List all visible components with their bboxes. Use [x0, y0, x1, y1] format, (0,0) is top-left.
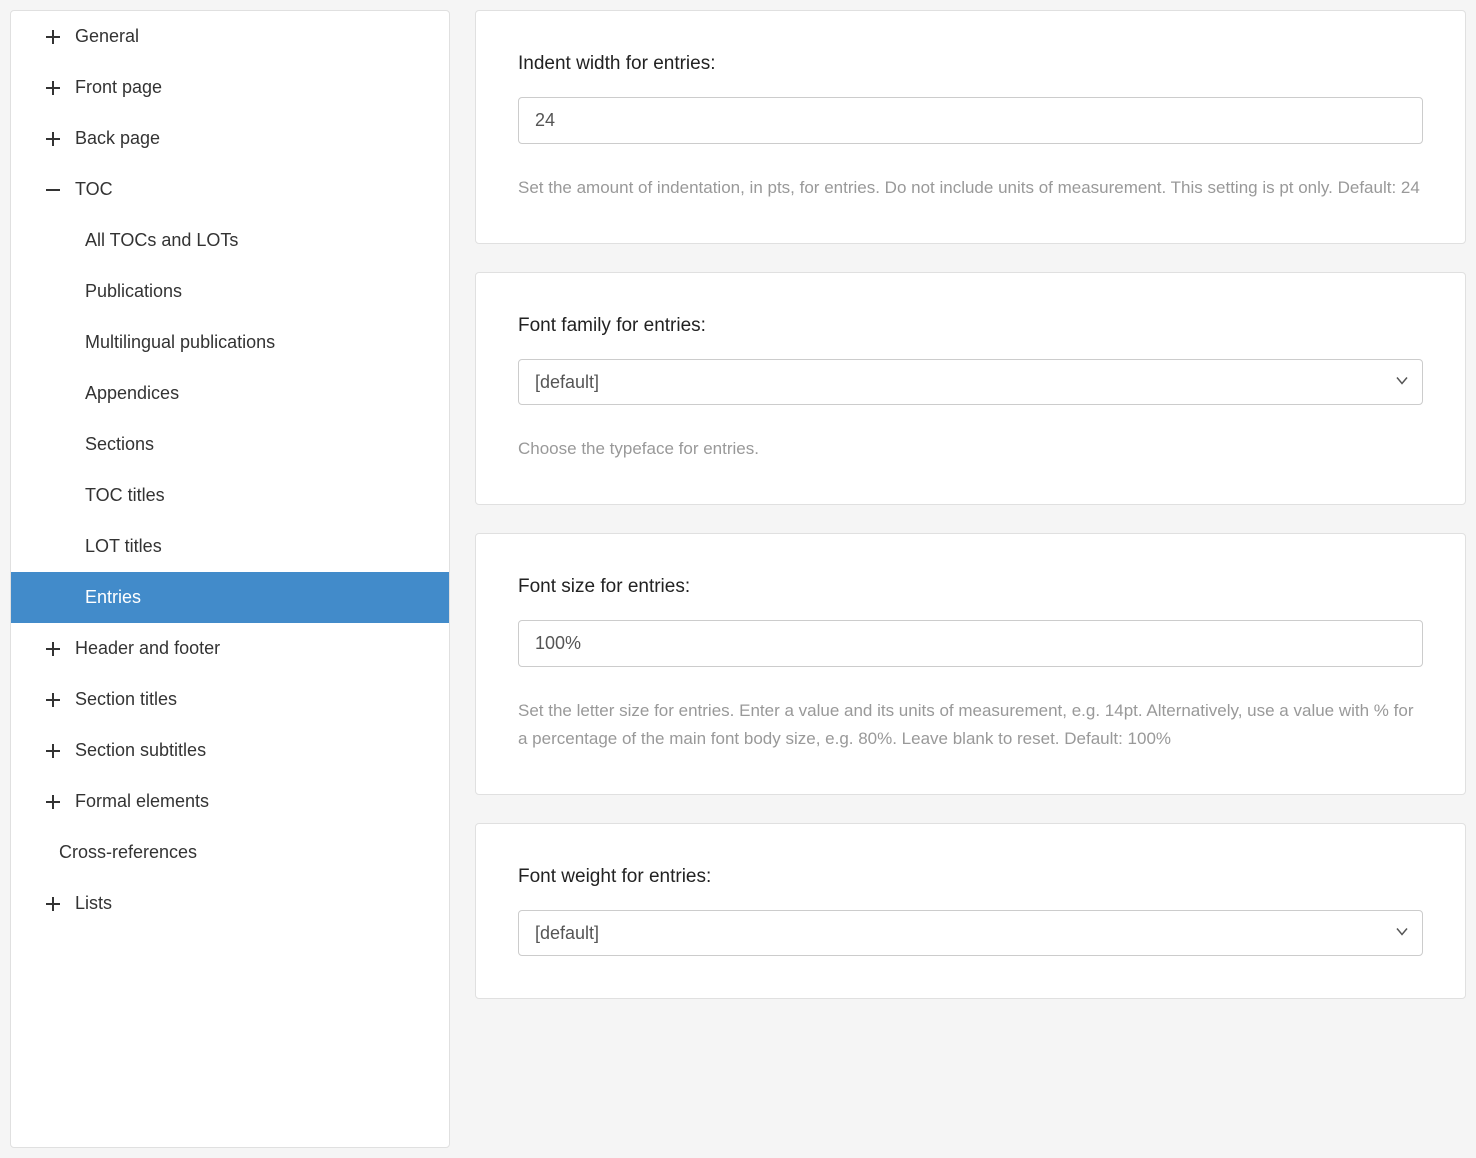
sidebar-item-label: Entries — [85, 587, 141, 608]
sidebar-item-label: Formal elements — [75, 791, 209, 812]
field-label: Font weight for entries: — [518, 866, 1423, 888]
plus-icon — [45, 29, 71, 45]
plus-icon — [45, 641, 71, 657]
sidebar-item-label: Back page — [75, 128, 160, 149]
sidebar-item-lists[interactable]: Lists — [11, 878, 449, 929]
indent-width-input[interactable] — [518, 97, 1423, 144]
sidebar-item-publications[interactable]: Publications — [11, 266, 449, 317]
sidebar-item-label: Lists — [75, 893, 112, 914]
sidebar-item-label: Multilingual publications — [85, 332, 275, 353]
sidebar-item-appendices[interactable]: Appendices — [11, 368, 449, 419]
plus-icon — [45, 743, 71, 759]
card-indent-width: Indent width for entries: Set the amount… — [475, 10, 1466, 244]
field-label: Font family for entries: — [518, 315, 1423, 337]
sidebar-item-label: All TOCs and LOTs — [85, 230, 238, 251]
sidebar-item-header-footer[interactable]: Header and footer — [11, 623, 449, 674]
card-font-size: Font size for entries: Set the letter si… — [475, 533, 1466, 794]
sidebar: General Front page Back page TOC All TOC… — [10, 10, 450, 1148]
plus-icon — [45, 794, 71, 810]
sidebar-item-lot-titles[interactable]: LOT titles — [11, 521, 449, 572]
layout: General Front page Back page TOC All TOC… — [0, 0, 1476, 1158]
sidebar-item-label: Front page — [75, 77, 162, 98]
sidebar-item-label: LOT titles — [85, 536, 162, 557]
plus-icon — [45, 131, 71, 147]
sidebar-item-front-page[interactable]: Front page — [11, 62, 449, 113]
sidebar-item-sections[interactable]: Sections — [11, 419, 449, 470]
card-font-weight: Font weight for entries: [default] — [475, 823, 1466, 999]
sidebar-item-label: Cross-references — [59, 842, 197, 863]
sidebar-item-toc[interactable]: TOC — [11, 164, 449, 215]
font-weight-select[interactable]: [default] — [518, 910, 1423, 956]
sidebar-item-formal-elements[interactable]: Formal elements — [11, 776, 449, 827]
minus-icon — [45, 182, 71, 198]
content: Indent width for entries: Set the amount… — [475, 10, 1466, 1148]
sidebar-item-multilingual[interactable]: Multilingual publications — [11, 317, 449, 368]
sidebar-item-label: TOC titles — [85, 485, 165, 506]
sidebar-item-section-titles[interactable]: Section titles — [11, 674, 449, 725]
plus-icon — [45, 80, 71, 96]
font-size-input[interactable] — [518, 620, 1423, 667]
sidebar-item-entries[interactable]: Entries — [11, 572, 449, 623]
help-text: Set the letter size for entries. Enter a… — [518, 697, 1423, 751]
sidebar-item-label: Section titles — [75, 689, 177, 710]
sidebar-item-label: Appendices — [85, 383, 179, 404]
help-text: Choose the typeface for entries. — [518, 435, 1423, 462]
plus-icon — [45, 692, 71, 708]
sidebar-item-back-page[interactable]: Back page — [11, 113, 449, 164]
sidebar-item-label: Publications — [85, 281, 182, 302]
sidebar-item-cross-references[interactable]: Cross-references — [11, 827, 449, 878]
sidebar-item-general[interactable]: General — [11, 11, 449, 62]
sidebar-item-label: Section subtitles — [75, 740, 206, 761]
sidebar-item-label: Header and footer — [75, 638, 220, 659]
sidebar-item-toc-titles[interactable]: TOC titles — [11, 470, 449, 521]
sidebar-item-label: TOC — [75, 179, 113, 200]
sidebar-item-section-subtitles[interactable]: Section subtitles — [11, 725, 449, 776]
help-text: Set the amount of indentation, in pts, f… — [518, 174, 1423, 201]
sidebar-item-label: General — [75, 26, 139, 47]
sidebar-item-all-tocs[interactable]: All TOCs and LOTs — [11, 215, 449, 266]
sidebar-item-label: Sections — [85, 434, 154, 455]
plus-icon — [45, 896, 71, 912]
field-label: Indent width for entries: — [518, 53, 1423, 75]
field-label: Font size for entries: — [518, 576, 1423, 598]
font-family-select[interactable]: [default] — [518, 359, 1423, 405]
card-font-family: Font family for entries: [default] Choos… — [475, 272, 1466, 505]
